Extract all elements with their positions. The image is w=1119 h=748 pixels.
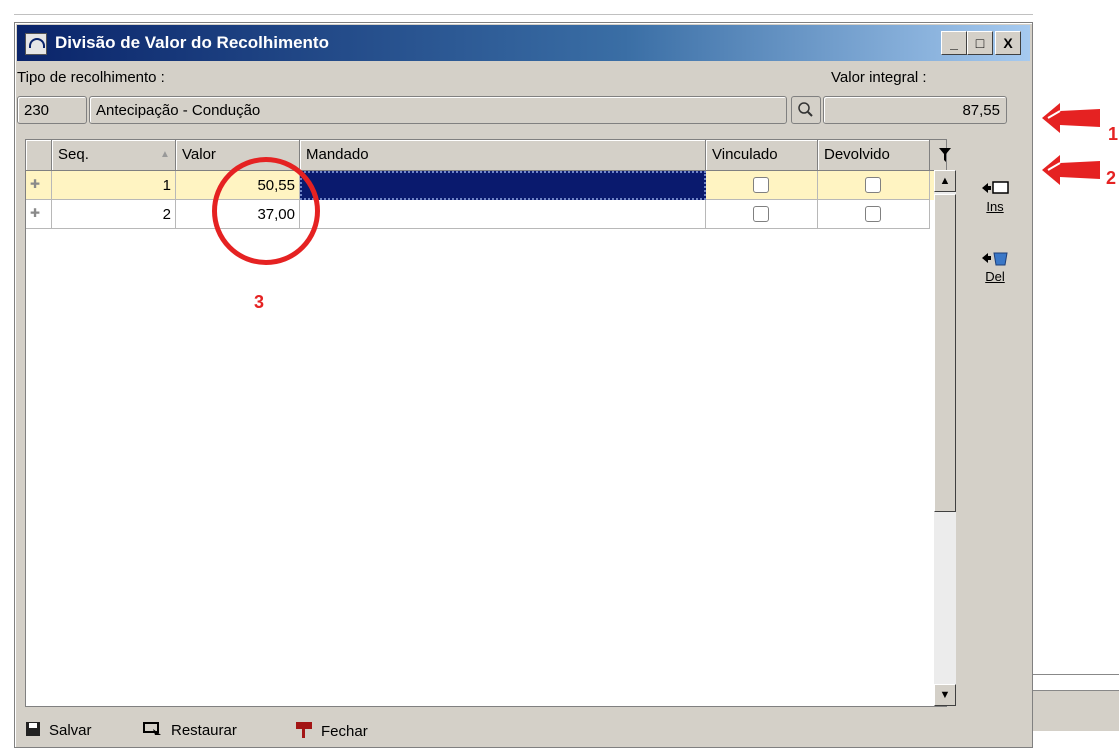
app-icon: [25, 33, 47, 55]
sort-icon: ▲: [160, 149, 170, 160]
background-top: [0, 0, 1119, 15]
salvar-button[interactable]: Salvar: [25, 721, 92, 739]
search-icon: [798, 102, 813, 117]
tipo-label: Tipo de recolhimento :: [17, 69, 165, 86]
grid-header: Seq. ▲ Valor Mandado Vinculado Devolvido: [26, 140, 951, 171]
dialog-window: Divisão de Valor do Recolhimento _ □ X T…: [14, 22, 1033, 748]
close-button[interactable]: X: [995, 31, 1021, 55]
expand-icon[interactable]: ✚: [30, 207, 41, 219]
tipo-desc-field[interactable]: Antecipação - Condução: [89, 96, 787, 124]
cell-vinculado[interactable]: [706, 200, 818, 229]
cell-seq[interactable]: 1: [52, 171, 176, 200]
save-icon: [26, 722, 40, 736]
filter-icon[interactable]: [938, 146, 952, 164]
cell-vinculado[interactable]: [706, 171, 818, 200]
window-title: Divisão de Valor do Recolhimento: [55, 33, 329, 52]
background-panel: [1033, 690, 1119, 731]
vertical-scrollbar[interactable]: ▲ ▼: [934, 170, 956, 706]
scroll-up-button[interactable]: ▲: [934, 170, 956, 192]
salvar-label: Salvar: [49, 722, 92, 739]
insert-label: Ins: [986, 199, 1004, 214]
scroll-down-button[interactable]: ▼: [934, 684, 956, 706]
delete-label: Del: [985, 269, 1005, 284]
row-indicator[interactable]: ✚: [26, 200, 52, 229]
background-divider: [1033, 674, 1119, 675]
scroll-thumb[interactable]: [934, 194, 956, 512]
delete-icon: [977, 249, 1013, 269]
annotation-label-3: 3: [254, 292, 265, 312]
annotation-label-1: 1: [1108, 124, 1119, 144]
header-seq[interactable]: Seq. ▲: [52, 140, 176, 170]
cell-devolvido[interactable]: [818, 171, 930, 200]
insert-button[interactable]: Ins: [977, 179, 1013, 214]
vinculado-checkbox[interactable]: [753, 206, 769, 222]
header-mandado[interactable]: Mandado: [300, 140, 706, 170]
expand-icon[interactable]: ✚: [30, 178, 41, 190]
annotation-arrow-1: [1042, 103, 1100, 133]
valor-integral-label: Valor integral :: [831, 69, 927, 86]
search-button[interactable]: [791, 96, 821, 124]
devolvido-checkbox[interactable]: [865, 177, 881, 193]
insert-icon: [977, 179, 1013, 199]
annotation-arrow-2: [1042, 155, 1100, 185]
restore-icon: [143, 722, 161, 735]
restaurar-label: Restaurar: [171, 722, 237, 739]
valor-integral-field: 87,55: [823, 96, 1007, 124]
header-devolvido[interactable]: Devolvido: [818, 140, 930, 170]
vinculado-checkbox[interactable]: [753, 177, 769, 193]
header-indicator: [26, 140, 52, 170]
delete-button[interactable]: Del: [977, 249, 1013, 284]
tipo-code-field[interactable]: 230: [17, 96, 87, 124]
table-row[interactable]: ✚ 2 37,00: [26, 200, 946, 229]
cell-mandado[interactable]: [300, 200, 706, 229]
fechar-label: Fechar: [321, 723, 368, 740]
header-vinculado[interactable]: Vinculado: [706, 140, 818, 170]
annotation-label-2: 2: [1106, 168, 1117, 188]
cell-mandado[interactable]: [300, 171, 706, 200]
sign-icon: [296, 722, 312, 738]
devolvido-checkbox[interactable]: [865, 206, 881, 222]
table-row[interactable]: ✚ 1 50,55: [26, 171, 946, 200]
annotation-circle-3: [212, 157, 320, 265]
fechar-button[interactable]: Fechar: [295, 721, 368, 740]
row-indicator[interactable]: ✚: [26, 171, 52, 200]
restaurar-button[interactable]: Restaurar: [143, 721, 237, 739]
data-grid: Seq. ▲ Valor Mandado Vinculado Devolvido…: [25, 139, 956, 707]
background-left: [0, 14, 14, 746]
minimize-button[interactable]: _: [941, 31, 967, 55]
header-seq-label: Seq.: [58, 146, 89, 163]
maximize-button[interactable]: □: [967, 31, 993, 55]
cell-devolvido[interactable]: [818, 200, 930, 229]
title-bar[interactable]: Divisão de Valor do Recolhimento _ □ X: [17, 25, 1030, 61]
cell-seq[interactable]: 2: [52, 200, 176, 229]
